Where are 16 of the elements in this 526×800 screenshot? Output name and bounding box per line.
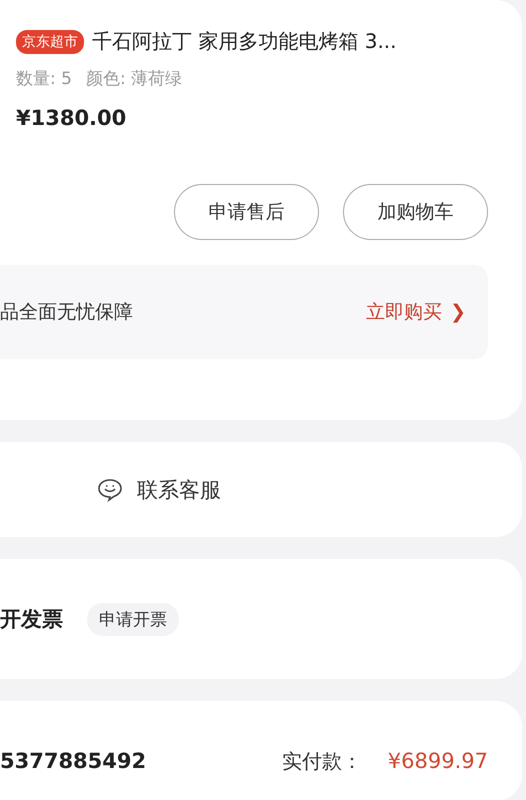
guarantee-text: 品全面无忧保障: [0, 300, 133, 325]
action-button[interactable]: 申请售后: [174, 184, 319, 240]
spec-text: 颜色: 薄荷绿: [86, 68, 182, 90]
buy-now-link[interactable]: 立即购买 ❯: [366, 299, 466, 325]
spec-text: 数量: 5: [16, 68, 72, 90]
customer-service-icon[interactable]: [97, 478, 123, 502]
product-title[interactable]: 千石阿拉丁 家用多功能电烤箱 3...: [92, 28, 397, 55]
action-button[interactable]: 加购物车: [343, 184, 488, 240]
amount-paid-label: 实付款：: [282, 748, 362, 774]
amount-paid: ¥6899.97: [388, 749, 488, 773]
contact-service-label[interactable]: 联系客服: [137, 476, 221, 504]
request-invoice-button[interactable]: 申请开票: [87, 602, 179, 636]
store-badge: 京东超市: [16, 30, 84, 54]
product-price: ¥1380.00: [16, 106, 128, 130]
invoice-status: 开发票: [0, 606, 63, 633]
order-number: 5377885492: [0, 749, 146, 773]
